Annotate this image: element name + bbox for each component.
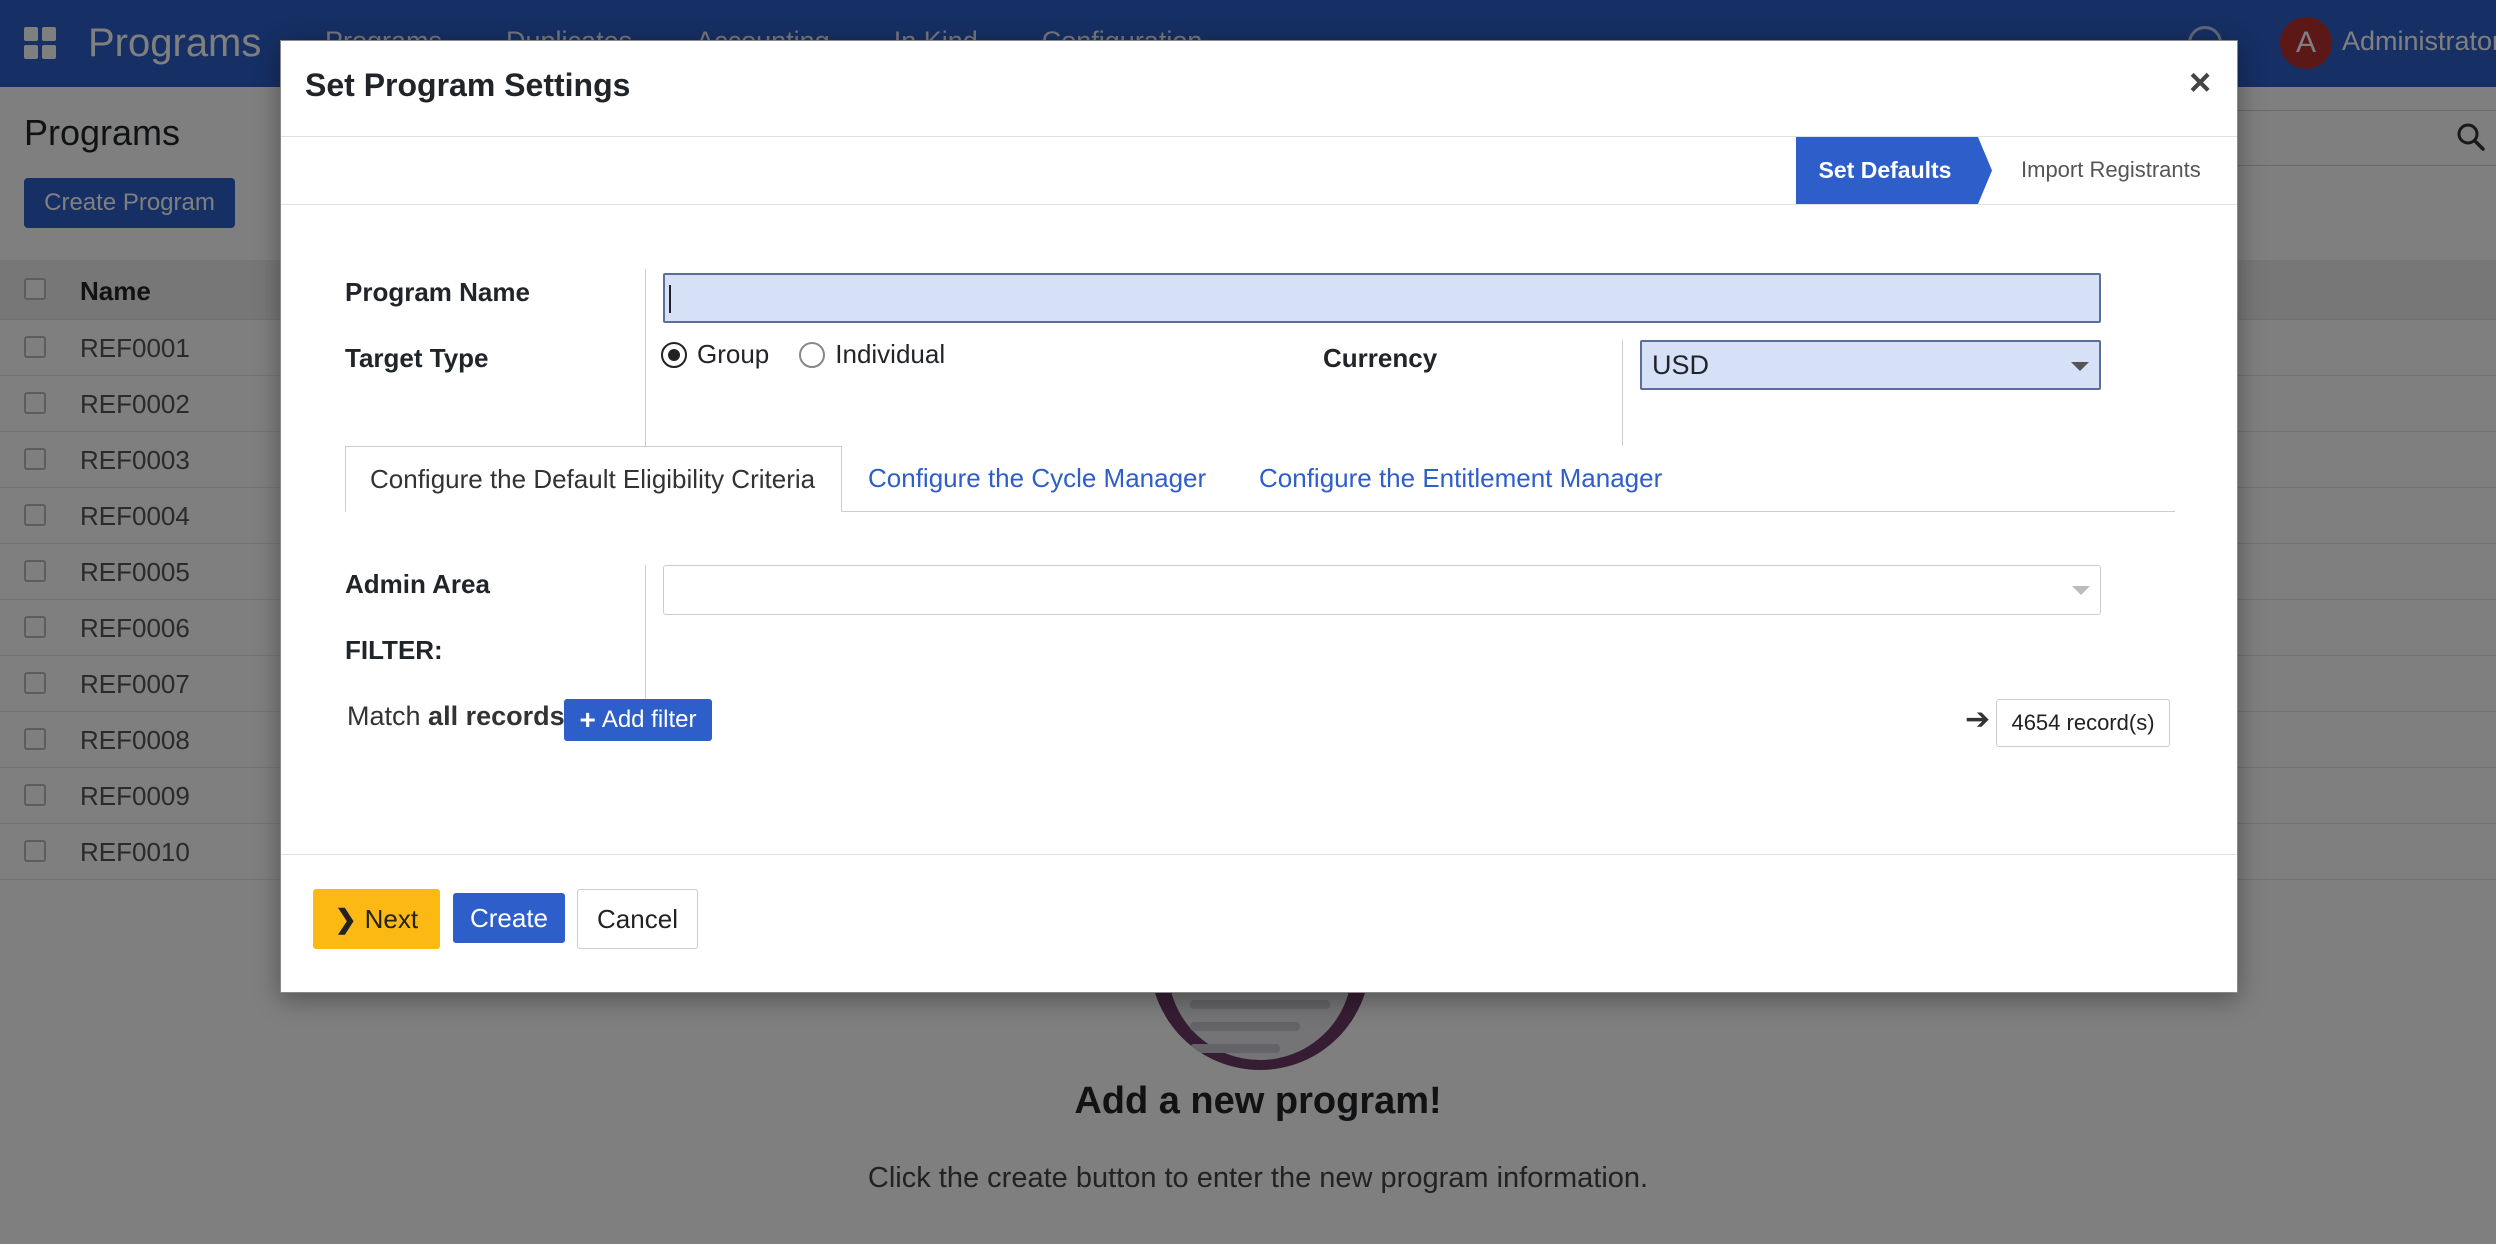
- match-records-text: Match all records: [347, 701, 565, 732]
- program-name-input[interactable]: [663, 273, 2101, 323]
- divider: [281, 854, 2237, 855]
- target-type-options: Group Individual: [661, 339, 945, 370]
- divider: [281, 136, 2237, 137]
- chevron-down-icon: [2072, 586, 2090, 595]
- program-name-label: Program Name: [345, 277, 530, 307]
- close-icon[interactable]: ×: [2189, 63, 2211, 103]
- divider: [1622, 340, 1623, 446]
- match-prefix: Match: [347, 701, 421, 731]
- text-cursor: [669, 285, 671, 313]
- match-scope: all records: [428, 701, 565, 731]
- chevron-down-icon: [2071, 362, 2089, 371]
- target-type-label: Target Type: [345, 343, 489, 373]
- cancel-button[interactable]: Cancel: [577, 889, 698, 949]
- radio-individual[interactable]: [799, 341, 826, 368]
- config-tabs: Configure the Default Eligibility Criter…: [345, 446, 2175, 512]
- chevron-right-icon: ❯: [334, 903, 357, 934]
- next-button[interactable]: ❯ Next: [313, 889, 440, 949]
- tab-eligibility-criteria[interactable]: Configure the Default Eligibility Criter…: [345, 446, 842, 512]
- step-import-registrants[interactable]: Import Registrants: [2021, 157, 2201, 183]
- radio-individual-label[interactable]: Individual: [835, 339, 945, 370]
- admin-area-select[interactable]: [663, 565, 2101, 615]
- radio-group-label[interactable]: Group: [697, 339, 769, 370]
- filter-label: FILTER:: [345, 635, 443, 665]
- tab-cycle-manager[interactable]: Configure the Cycle Manager: [868, 446, 1206, 512]
- add-filter-button[interactable]: + Add filter: [564, 699, 712, 741]
- dialog-title: Set Program Settings: [305, 67, 631, 103]
- radio-group[interactable]: [661, 341, 687, 368]
- program-settings-dialog: Set Program Settings × Set Defaults Impo…: [280, 40, 2238, 993]
- divider: [281, 204, 2237, 205]
- records-count-button[interactable]: 4654 record(s): [1996, 699, 2170, 747]
- divider: [645, 269, 646, 447]
- currency-select[interactable]: USD: [1640, 340, 2101, 390]
- currency-value: USD: [1652, 350, 1710, 380]
- create-button[interactable]: Create: [453, 893, 565, 943]
- admin-area-label: Admin Area: [345, 569, 490, 599]
- add-filter-label: Add filter: [601, 706, 697, 733]
- next-label: Next: [364, 903, 419, 934]
- tab-entitlement-manager[interactable]: Configure the Entitlement Manager: [1259, 446, 1662, 512]
- currency-label: Currency: [1323, 343, 1438, 373]
- step-set-defaults[interactable]: Set Defaults: [1796, 137, 1992, 204]
- arrow-right-icon: ➔: [1965, 703, 1991, 736]
- plus-icon: +: [579, 704, 596, 735]
